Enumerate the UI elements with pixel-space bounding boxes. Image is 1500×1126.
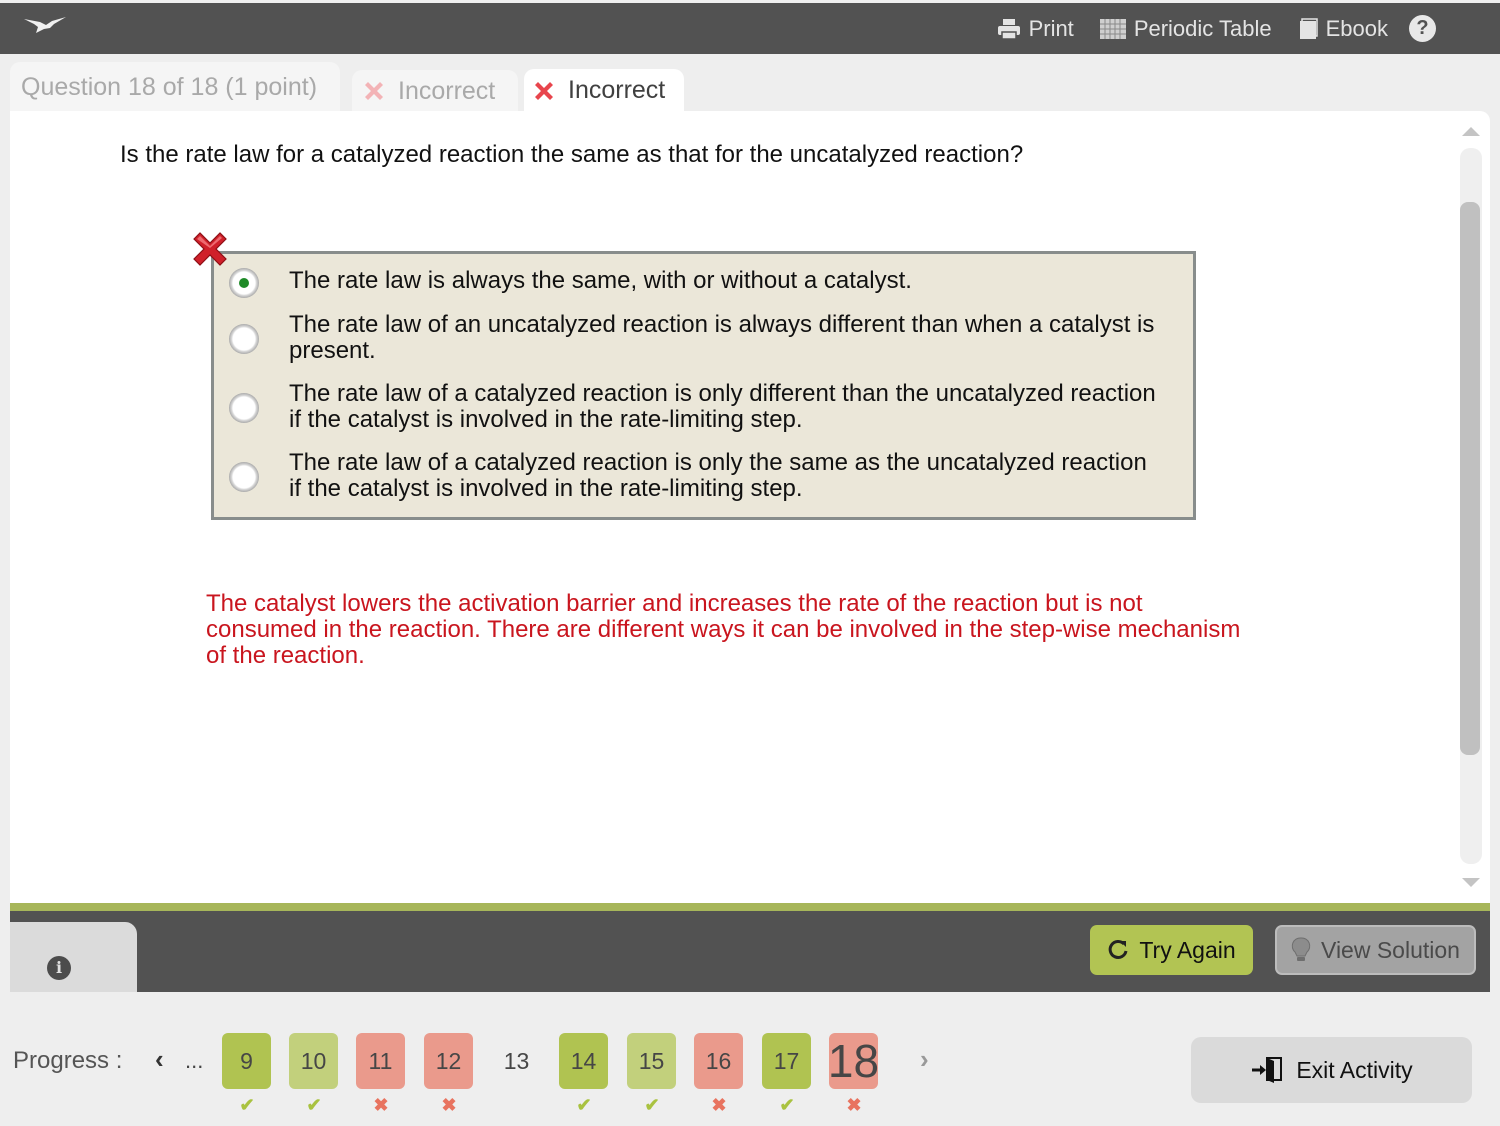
choice-3[interactable]: The rate law of a catalyzed reaction is … bbox=[229, 381, 1156, 433]
check-status-icon: ✔ bbox=[644, 1095, 660, 1115]
radio-button-selected[interactable] bbox=[229, 268, 259, 298]
feedback-text: The catalyst lowers the activation barri… bbox=[206, 590, 1241, 669]
try-again-button[interactable]: Try Again bbox=[1090, 925, 1253, 975]
radio-button[interactable] bbox=[229, 393, 259, 423]
progress-item-17[interactable]: 17 bbox=[762, 1033, 811, 1089]
progress-item-9[interactable]: 9 bbox=[222, 1033, 271, 1089]
answer-choices: The rate law is always the same, with or… bbox=[211, 251, 1196, 520]
print-button[interactable]: Print bbox=[997, 16, 1074, 42]
tab-attempt-2-label: Incorrect bbox=[568, 76, 666, 104]
choice-1-text: The rate law is always the same, with or… bbox=[289, 267, 912, 294]
x-status-icon: ✖ bbox=[711, 1095, 727, 1115]
radio-button[interactable] bbox=[229, 462, 259, 492]
incorrect-x-icon bbox=[193, 232, 227, 266]
x-mark-icon bbox=[535, 81, 553, 100]
info-icon[interactable]: i bbox=[47, 956, 71, 980]
exit-activity-label: Exit Activity bbox=[1296, 1056, 1413, 1083]
radio-button[interactable] bbox=[229, 324, 259, 354]
choice-4[interactable]: The rate law of a catalyzed reaction is … bbox=[229, 450, 1147, 502]
printer-icon bbox=[997, 18, 1020, 40]
periodic-table-button[interactable]: Periodic Table bbox=[1099, 15, 1272, 42]
progress-item-13[interactable]: 13 bbox=[492, 1033, 541, 1089]
tab-question[interactable]: Question 18 of 18 (1 point) bbox=[10, 62, 340, 112]
ebook-button[interactable]: Ebook bbox=[1298, 16, 1388, 42]
progress-item-10[interactable]: 10 bbox=[289, 1033, 338, 1089]
exit-door-icon bbox=[1252, 1057, 1283, 1083]
progress-ellipsis[interactable]: ... bbox=[185, 1048, 203, 1074]
x-mark-icon bbox=[365, 82, 383, 100]
tab-attempt-1[interactable]: Incorrect bbox=[352, 70, 518, 112]
scrollbar-track[interactable] bbox=[1460, 148, 1482, 864]
view-solution-label: View Solution bbox=[1321, 936, 1460, 963]
view-solution-button[interactable]: View Solution bbox=[1275, 925, 1476, 975]
periodic-table-label: Periodic Table bbox=[1133, 15, 1272, 41]
progress-item-15[interactable]: 15 bbox=[627, 1033, 676, 1089]
print-label: Print bbox=[1028, 15, 1074, 41]
bird-logo-icon bbox=[24, 17, 66, 33]
book-icon bbox=[1299, 17, 1318, 39]
x-status-icon: ✖ bbox=[846, 1095, 862, 1115]
help-icon[interactable]: ? bbox=[1409, 15, 1436, 42]
progress-item-16[interactable]: 16 bbox=[694, 1033, 743, 1089]
scrollbar-thumb[interactable] bbox=[1460, 202, 1480, 755]
try-again-label: Try Again bbox=[1139, 936, 1236, 963]
progress-prev-arrow[interactable]: ‹ bbox=[155, 1044, 164, 1075]
check-status-icon: ✔ bbox=[576, 1095, 592, 1115]
action-bar: i Try Again View Solution bbox=[10, 911, 1490, 992]
choice-2-text: The rate law of an uncatalyzed reaction … bbox=[289, 311, 1155, 364]
check-status-icon: ✔ bbox=[779, 1095, 795, 1115]
progress-label: Progress : bbox=[13, 1047, 123, 1074]
info-tab[interactable]: i bbox=[10, 922, 137, 992]
question-text: Is the rate law for a catalyzed reaction… bbox=[120, 141, 1024, 168]
question-panel: Is the rate law for a catalyzed reaction… bbox=[10, 111, 1490, 903]
x-status-icon: ✖ bbox=[373, 1095, 389, 1115]
progress-item-14[interactable]: 14 bbox=[559, 1033, 608, 1089]
choice-4-text: The rate law of a catalyzed reaction is … bbox=[289, 449, 1147, 502]
exit-activity-button[interactable]: Exit Activity bbox=[1191, 1037, 1472, 1103]
scroll-up-arrow[interactable] bbox=[1462, 127, 1480, 136]
choice-1[interactable]: The rate law is always the same, with or… bbox=[229, 268, 912, 298]
lightbulb-icon bbox=[1291, 937, 1311, 961]
progress-item-12[interactable]: 12 bbox=[424, 1033, 473, 1089]
tab-question-label: Question 18 of 18 (1 point) bbox=[21, 72, 318, 101]
check-status-icon: ✔ bbox=[239, 1095, 255, 1115]
tab-attempt-1-label: Incorrect bbox=[398, 76, 496, 105]
ebook-label: Ebook bbox=[1325, 15, 1388, 41]
tab-attempt-2[interactable]: Incorrect bbox=[524, 69, 684, 112]
choice-2[interactable]: The rate law of an uncatalyzed reaction … bbox=[229, 312, 1154, 364]
check-status-icon: ✔ bbox=[306, 1095, 322, 1115]
progress-item-11[interactable]: 11 bbox=[356, 1033, 405, 1089]
x-status-icon: ✖ bbox=[441, 1095, 457, 1115]
refresh-icon bbox=[1109, 939, 1128, 959]
choice-3-text: The rate law of a catalyzed reaction is … bbox=[289, 380, 1156, 433]
divider-line bbox=[10, 903, 1490, 911]
progress-item-18[interactable]: 18 bbox=[828, 1033, 879, 1089]
scroll-down-arrow[interactable] bbox=[1462, 878, 1480, 887]
top-bar: Print Periodic Table Ebook ? bbox=[0, 0, 1500, 54]
table-grid-icon bbox=[1099, 18, 1126, 39]
progress-next-arrow[interactable]: › bbox=[920, 1044, 929, 1075]
